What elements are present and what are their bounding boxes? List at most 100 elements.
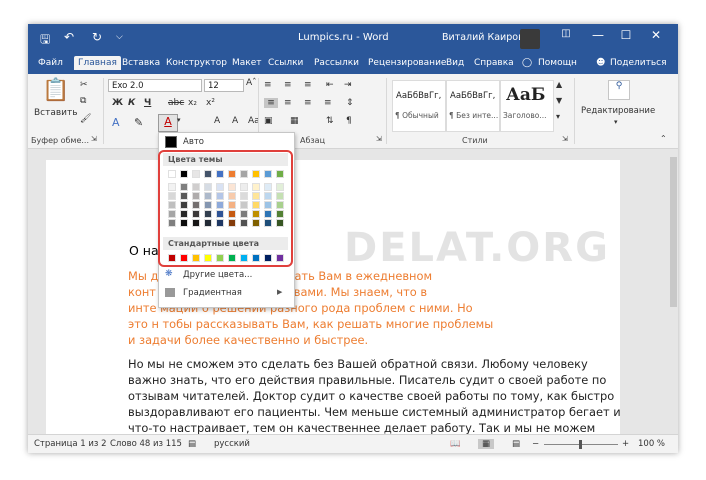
font-name-select[interactable]: Exo 2.0 [108, 79, 202, 92]
paste-icon[interactable]: 📋 [42, 78, 69, 103]
grow-font-button[interactable]: A [214, 116, 220, 126]
tab-view[interactable]: Вид [446, 58, 464, 68]
format-painter-icon[interactable]: 🖌 [80, 114, 91, 124]
shrink-font-button[interactable]: A [232, 116, 238, 126]
window-title: Lumpics.ru - Word [298, 32, 389, 43]
scrollbar-thumb[interactable] [670, 157, 677, 307]
close-button[interactable]: ✕ [642, 28, 670, 42]
search-icon[interactable]: ⚲ [608, 80, 630, 100]
increase-indent-icon[interactable]: ⇥ [344, 80, 352, 90]
multilevel-list-icon[interactable]: ≡ [304, 80, 312, 90]
tab-design[interactable]: Конструктор [166, 58, 227, 68]
subscript-button[interactable]: x₂ [188, 98, 197, 108]
language-indicator[interactable]: русский [214, 439, 250, 449]
minimize-button[interactable]: — [584, 28, 612, 42]
tab-home[interactable]: Главная [74, 56, 121, 70]
text-effects-icon[interactable]: A [112, 116, 120, 129]
borders-icon[interactable]: ▦ [290, 116, 299, 126]
font-color-button[interactable]: A [158, 114, 178, 132]
tab-file[interactable]: Файл [38, 58, 63, 68]
zoom-slider-thumb[interactable] [579, 440, 582, 449]
bullets-icon[interactable]: ≡ [264, 80, 272, 90]
sort-icon[interactable]: ⇅ [326, 116, 334, 126]
zoom-level[interactable]: 100 % [638, 439, 665, 449]
group-label-paragraph: Абзац [300, 136, 326, 145]
dialog-launcher-icon[interactable]: ⇲ [91, 135, 97, 143]
tab-insert[interactable]: Вставка [122, 58, 160, 68]
tab-help[interactable]: Справка [474, 58, 514, 68]
tab-review[interactable]: Рецензирование [368, 58, 446, 68]
orange-line-5: и задачи более качественно и быстрее. [128, 333, 369, 347]
print-layout-icon[interactable]: ▦ [478, 439, 495, 449]
underline-button[interactable]: Ч [144, 98, 151, 108]
user-name[interactable]: Виталий Каиров [442, 32, 524, 43]
undo-icon[interactable]: ↶ [64, 30, 74, 44]
font-size-select[interactable]: 12 [204, 79, 244, 92]
styles-scroll-up-icon[interactable]: ▲ [556, 80, 562, 89]
proofing-icon[interactable]: ▤ [188, 439, 196, 449]
gradient-option[interactable]: Градиентная [183, 288, 242, 298]
paste-button[interactable]: Вставить [34, 108, 78, 118]
zoom-in-icon[interactable]: + [622, 439, 629, 449]
document-page[interactable]: DELAT.ORG О на Мы держимых идеей помогат… [46, 160, 621, 435]
styles-more-icon[interactable]: ▾ [556, 112, 560, 121]
word-count[interactable]: Слово 48 из 115 [110, 439, 182, 449]
tab-references[interactable]: Ссылки [268, 58, 303, 68]
color-wheel-icon: ❋ [165, 269, 173, 279]
decrease-indent-icon[interactable]: ⇤ [326, 80, 334, 90]
page-count[interactable]: Страница 1 из 2 [34, 439, 107, 449]
ribbon-display-icon[interactable]: ◫ [552, 28, 580, 39]
tab-mailings[interactable]: Рассылки [314, 58, 359, 68]
superscript-button[interactable]: x² [206, 98, 215, 108]
more-colors-option[interactable]: Другие цвета... [183, 270, 252, 280]
tab-layout[interactable]: Макет [232, 58, 262, 68]
auto-color-swatch[interactable] [165, 136, 177, 148]
italic-button[interactable]: К [128, 98, 135, 108]
ribbon-tabs: Файл Главная Вставка Конструктор Макет С… [28, 54, 678, 74]
styles-scroll-down-icon[interactable]: ▼ [556, 96, 562, 105]
submenu-arrow-icon: ▶ [277, 288, 283, 296]
cut-icon[interactable]: ✂ [80, 80, 88, 90]
collapse-ribbon-icon[interactable]: ⌃ [660, 134, 667, 143]
share-icon[interactable]: ☻ [596, 58, 605, 68]
font-color-dropdown-icon[interactable]: ▾ [177, 116, 181, 124]
numbering-icon[interactable]: ≡ [284, 80, 292, 90]
maximize-button[interactable]: ☐ [612, 28, 640, 42]
tab-share[interactable]: Поделиться [610, 58, 667, 68]
pilcrow-icon[interactable]: ¶ [346, 116, 352, 126]
avatar[interactable] [520, 29, 540, 49]
document-area: DELAT.ORG О на Мы держимых идеей помогат… [28, 149, 678, 435]
qat-more-icon[interactable]: ⌵ [116, 32, 123, 42]
style-heading1[interactable]: АаБ Заголово... [500, 80, 554, 132]
style-normal[interactable]: АаБбВвГг, ¶ Обычный [392, 80, 446, 132]
editing-dropdown-icon[interactable]: ▾ [614, 118, 618, 126]
bold-button[interactable]: Ж [112, 98, 123, 108]
read-mode-icon[interactable]: 📖 [450, 439, 461, 449]
styles-launcher-icon[interactable]: ⇲ [562, 135, 568, 143]
align-center-icon[interactable]: ≡ [284, 98, 292, 108]
tab-tell-me[interactable]: Помощн [538, 58, 577, 68]
status-bar: Страница 1 из 2 Слово 48 из 115 ▤ русски… [28, 434, 678, 453]
save-icon[interactable]: 🖫 [40, 30, 50, 51]
paragraph-launcher-icon[interactable]: ⇲ [376, 135, 382, 143]
line-spacing-icon[interactable]: ⇕ [346, 98, 354, 108]
style-no-spacing[interactable]: АаБбВвГг, ¶ Без инте... [446, 80, 500, 132]
vertical-scrollbar[interactable] [669, 149, 678, 434]
page-heading: О на [129, 243, 159, 258]
ribbon: 📋 Вставить ✂ ⧉ 🖌 Буфер обме... ⇲ Exo 2.0… [28, 74, 678, 149]
grow-font-icon[interactable]: Aˆ [246, 78, 257, 88]
lightbulb-icon[interactable]: ◯ [522, 58, 532, 68]
web-layout-icon[interactable]: ▤ [512, 439, 520, 449]
strikethrough-button[interactable]: abc [168, 98, 184, 108]
justify-icon[interactable]: ≡ [324, 98, 332, 108]
auto-color-option[interactable]: Авто [183, 137, 204, 147]
align-right-icon[interactable]: ≡ [304, 98, 312, 108]
editing-button[interactable]: Редактирование [581, 106, 655, 116]
highlight-icon[interactable]: ✎ [134, 116, 143, 129]
redo-icon[interactable]: ↻ [92, 30, 102, 44]
align-left-icon[interactable]: ≡ [264, 98, 278, 108]
zoom-out-icon[interactable]: − [532, 439, 539, 449]
shading-icon[interactable]: ▣ [264, 116, 273, 126]
text-line-3: отзывам читателей. Доктор судит о качест… [128, 389, 615, 403]
copy-icon[interactable]: ⧉ [80, 96, 86, 106]
